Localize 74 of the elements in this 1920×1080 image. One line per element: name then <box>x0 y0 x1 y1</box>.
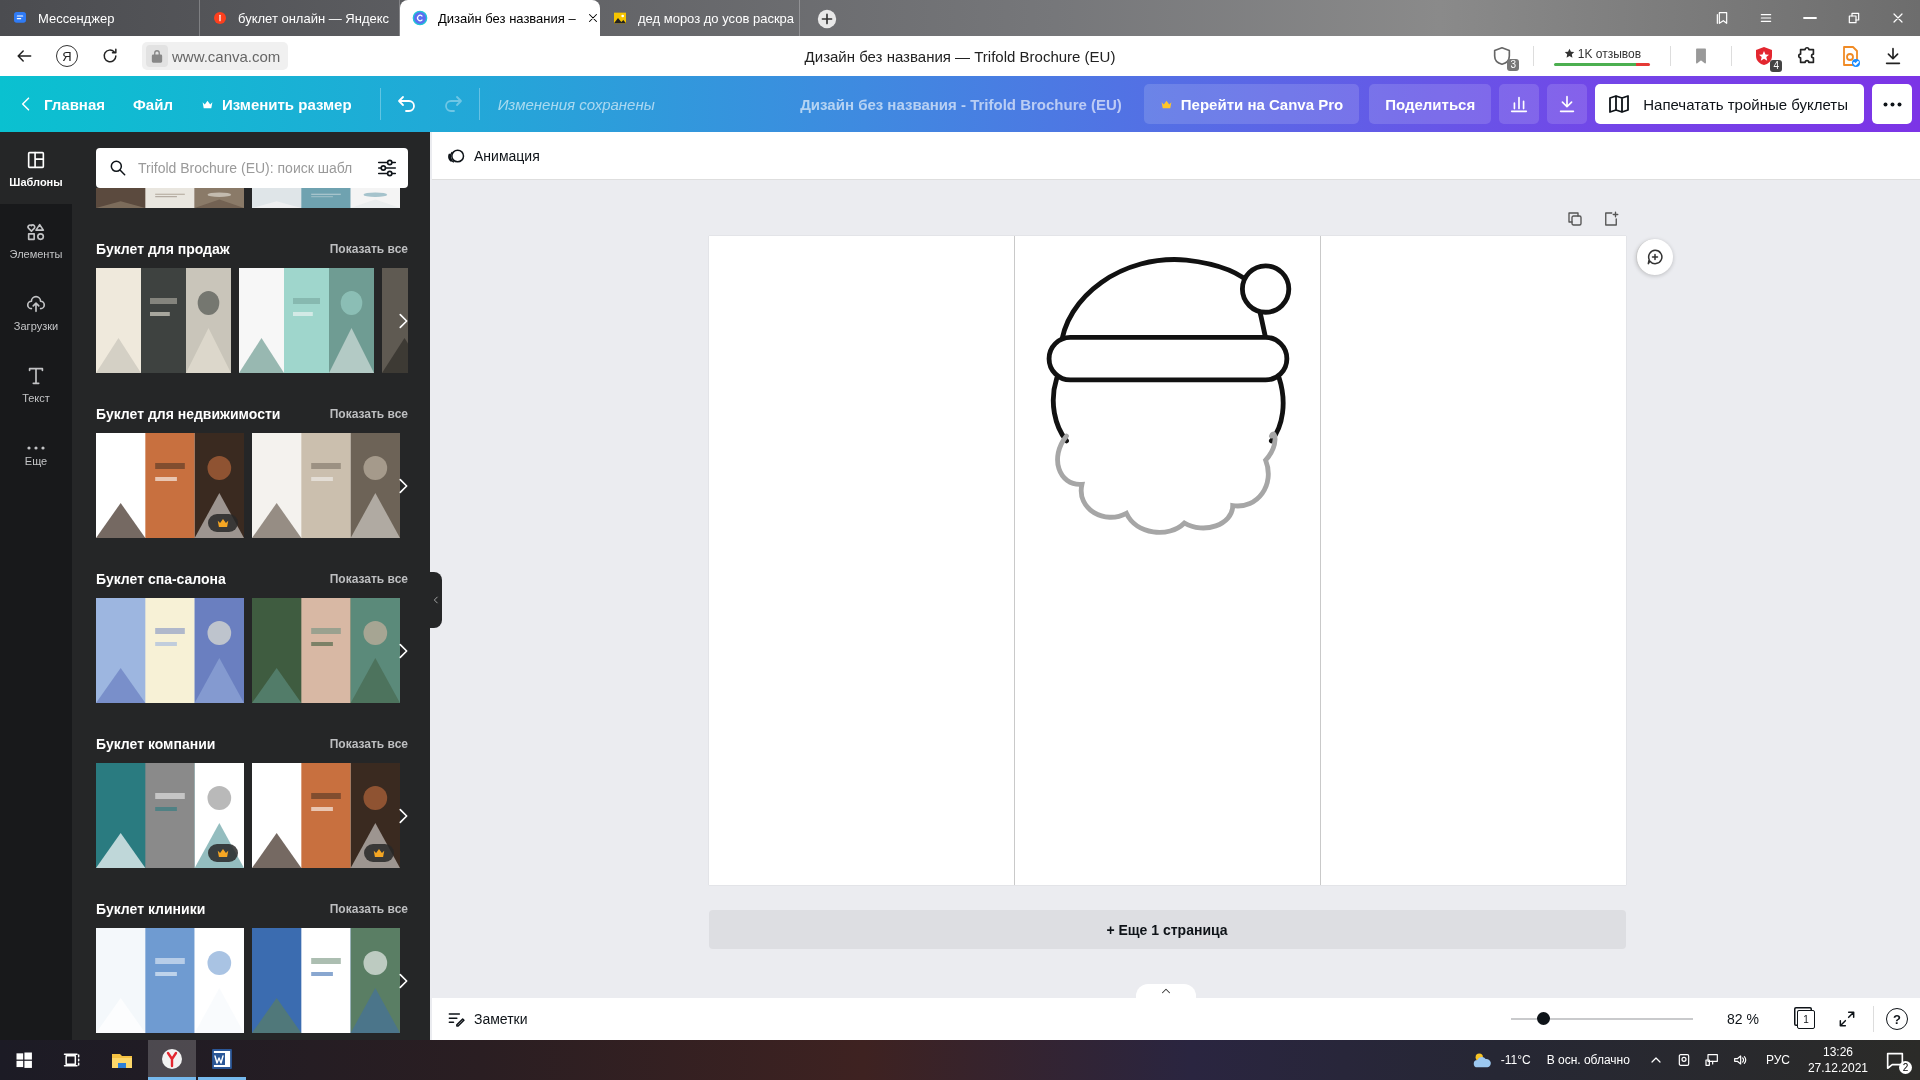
show-all-link[interactable]: Показать все <box>329 242 408 256</box>
chat-icon <box>12 10 28 26</box>
task-view-icon <box>62 1050 82 1070</box>
show-all-link[interactable]: Показать все <box>329 572 408 586</box>
browser-tab[interactable]: Мессенджер <box>0 0 200 36</box>
rail-tab[interactable]: Элементы <box>0 204 72 276</box>
chevron-left-icon <box>431 595 441 605</box>
map-icon <box>1607 92 1632 116</box>
browser-icon <box>160 1046 184 1071</box>
lock-icon <box>146 45 168 67</box>
document-icon <box>210 1046 234 1071</box>
volume-icon[interactable] <box>1731 1052 1748 1068</box>
weather-text: В осн. облачно <box>1546 1053 1630 1067</box>
image-icon <box>612 10 628 26</box>
page-title: Дизайн без названия — Trifold Brochure (EU) <box>804 47 1116 65</box>
search-field[interactable]: Trifold Brochure (EU): поиск шабл <box>96 148 408 188</box>
rail-tab[interactable]: Текст <box>0 348 72 420</box>
comment-button[interactable] <box>1635 239 1673 275</box>
show-all-link[interactable]: Показать все <box>329 407 408 421</box>
rail-tab[interactable]: Загрузки <box>0 276 72 348</box>
notes-button[interactable]: Заметки <box>446 1009 528 1029</box>
section-title: Буклет спа-салона <box>96 571 226 587</box>
collections-icon <box>1714 10 1730 26</box>
share-button[interactable]: Поделиться <box>1369 84 1492 124</box>
logo-icon <box>412 10 428 26</box>
taskbar-app[interactable] <box>148 1040 196 1080</box>
restore-icon <box>1846 10 1862 26</box>
duplicate-icon[interactable] <box>1565 210 1584 228</box>
page-count-button[interactable]: 1 <box>1797 1009 1815 1029</box>
show-all-link[interactable]: Показать все <box>329 737 408 751</box>
browser-tab[interactable]: дед мороз до усов раскра <box>600 0 800 36</box>
section-title: Буклет для недвижимости <box>96 406 281 422</box>
save-status: Изменения сохранены <box>497 95 655 113</box>
more-icon <box>27 445 45 450</box>
clock-date[interactable]: 27.12.2021 <box>1807 1060 1868 1076</box>
reviews-button[interactable]: 1K отзывов <box>1554 46 1650 66</box>
collapse-handle[interactable] <box>430 572 442 628</box>
plus-icon <box>816 8 838 30</box>
windows-icon <box>14 1050 34 1070</box>
show-all-link[interactable]: Показать все <box>329 902 408 916</box>
section-title: Буклет компании <box>96 736 216 752</box>
section-title: Буклет клиники <box>96 901 206 917</box>
network-icon[interactable] <box>1703 1052 1720 1068</box>
fullscreen-icon[interactable] <box>1837 1009 1857 1029</box>
download-button[interactable] <box>1547 84 1588 124</box>
count-badge: 4 <box>1770 60 1782 72</box>
temperature: -11°C <box>1500 1053 1531 1067</box>
print-button[interactable]: Напечатать тройные буклеты <box>1595 84 1864 124</box>
browser-tab[interactable]: буклет онлайн — Яндекс <box>200 0 400 36</box>
address-field[interactable]: www.canva.com <box>142 42 289 70</box>
notification-count: 2 <box>1899 1061 1912 1074</box>
new-tab-button[interactable] <box>816 8 838 30</box>
reviews-count: 1K отзывов <box>1577 46 1642 61</box>
language-indicator[interactable]: РУС <box>1765 1053 1790 1067</box>
search-icon <box>108 158 128 178</box>
clock-time[interactable]: 13:26 <box>1822 1044 1853 1060</box>
more-button[interactable] <box>1872 84 1912 124</box>
rail-tab[interactable]: Еще <box>0 420 72 492</box>
count-badge: 3 <box>1507 59 1519 71</box>
section-title: Буклет для продаж <box>96 241 230 257</box>
zoom-reading[interactable]: 82 % <box>1727 1011 1759 1027</box>
upgrade-button[interactable]: Перейти на Canva Pro <box>1143 84 1360 124</box>
animation-button[interactable]: Анимация <box>446 145 540 166</box>
browser-tab[interactable]: Дизайн без названия – <box>400 0 600 36</box>
slider-thumb[interactable] <box>1537 1012 1551 1025</box>
insights-button[interactable] <box>1499 84 1540 124</box>
star-icon <box>1562 47 1576 60</box>
more-icon <box>1882 101 1902 107</box>
logo-icon <box>212 10 228 26</box>
filter-icon[interactable] <box>376 157 398 179</box>
rail-tab[interactable]: Шаблоны <box>0 132 72 204</box>
add-page-button[interactable]: + Еще 1 страница <box>708 910 1626 949</box>
minimize-icon <box>1803 17 1817 19</box>
shield-icon[interactable] <box>1491 45 1513 67</box>
